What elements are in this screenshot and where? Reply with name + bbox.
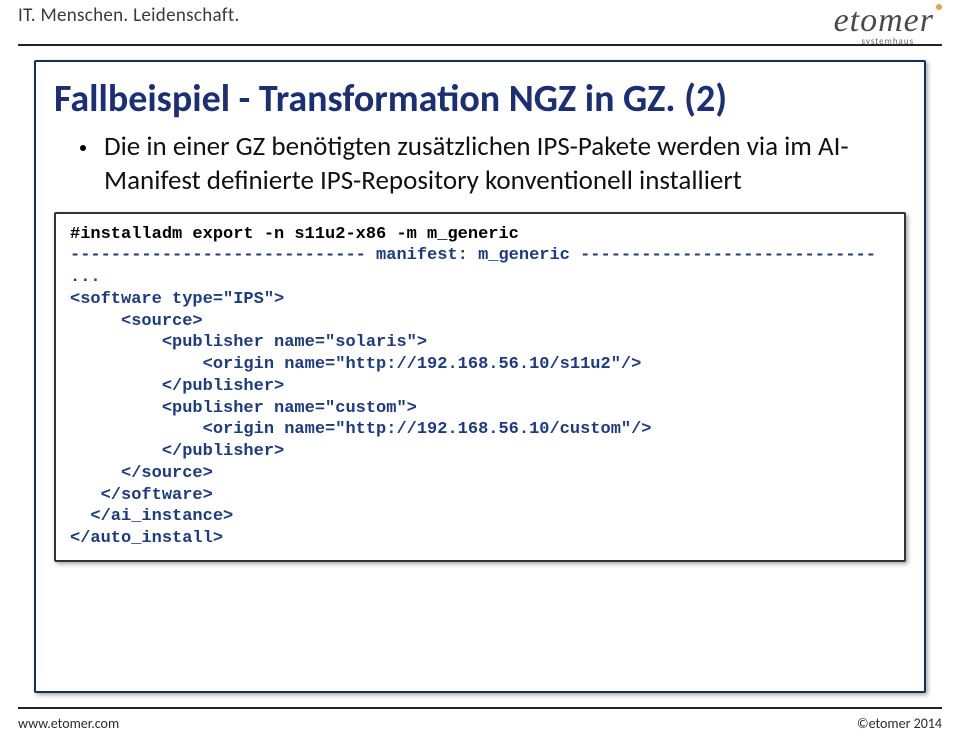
footer-copyright: ©etomer 2014 bbox=[857, 715, 942, 732]
slide-footer: www.etomer.com ©etomer 2014 bbox=[18, 707, 942, 737]
logo-accent-dot bbox=[936, 4, 942, 10]
code-command-line: #installadm export -n s11u2-x86 -m m_gen… bbox=[70, 225, 519, 244]
content-frame: Fallbeispiel - Transformation NGZ in GZ.… bbox=[34, 60, 926, 693]
brand-logo: etomer systemhaus bbox=[834, 4, 942, 47]
footer-url: www.etomer.com bbox=[18, 715, 119, 732]
slide-header: IT. Menschen. Leidenschaft. etomer syste… bbox=[18, 4, 942, 58]
bullet-dot-icon bbox=[80, 145, 86, 151]
bullet-item: Die in einer GZ benötigten zusätzlichen … bbox=[80, 130, 906, 198]
logo-word: etomer bbox=[834, 4, 942, 38]
code-block: #installadm export -n s11u2-x86 -m m_gen… bbox=[54, 212, 906, 562]
code-body: ----------------------------- manifest: … bbox=[70, 246, 876, 548]
header-divider bbox=[18, 44, 942, 46]
tagline-text: IT. Menschen. Leidenschaft. bbox=[18, 4, 942, 27]
slide-title: Fallbeispiel - Transformation NGZ in GZ.… bbox=[54, 76, 906, 122]
slide-page: IT. Menschen. Leidenschaft. etomer syste… bbox=[0, 0, 960, 745]
footer-divider bbox=[18, 707, 942, 709]
bullet-text: Die in einer GZ benötigten zusätzlichen … bbox=[104, 130, 906, 198]
